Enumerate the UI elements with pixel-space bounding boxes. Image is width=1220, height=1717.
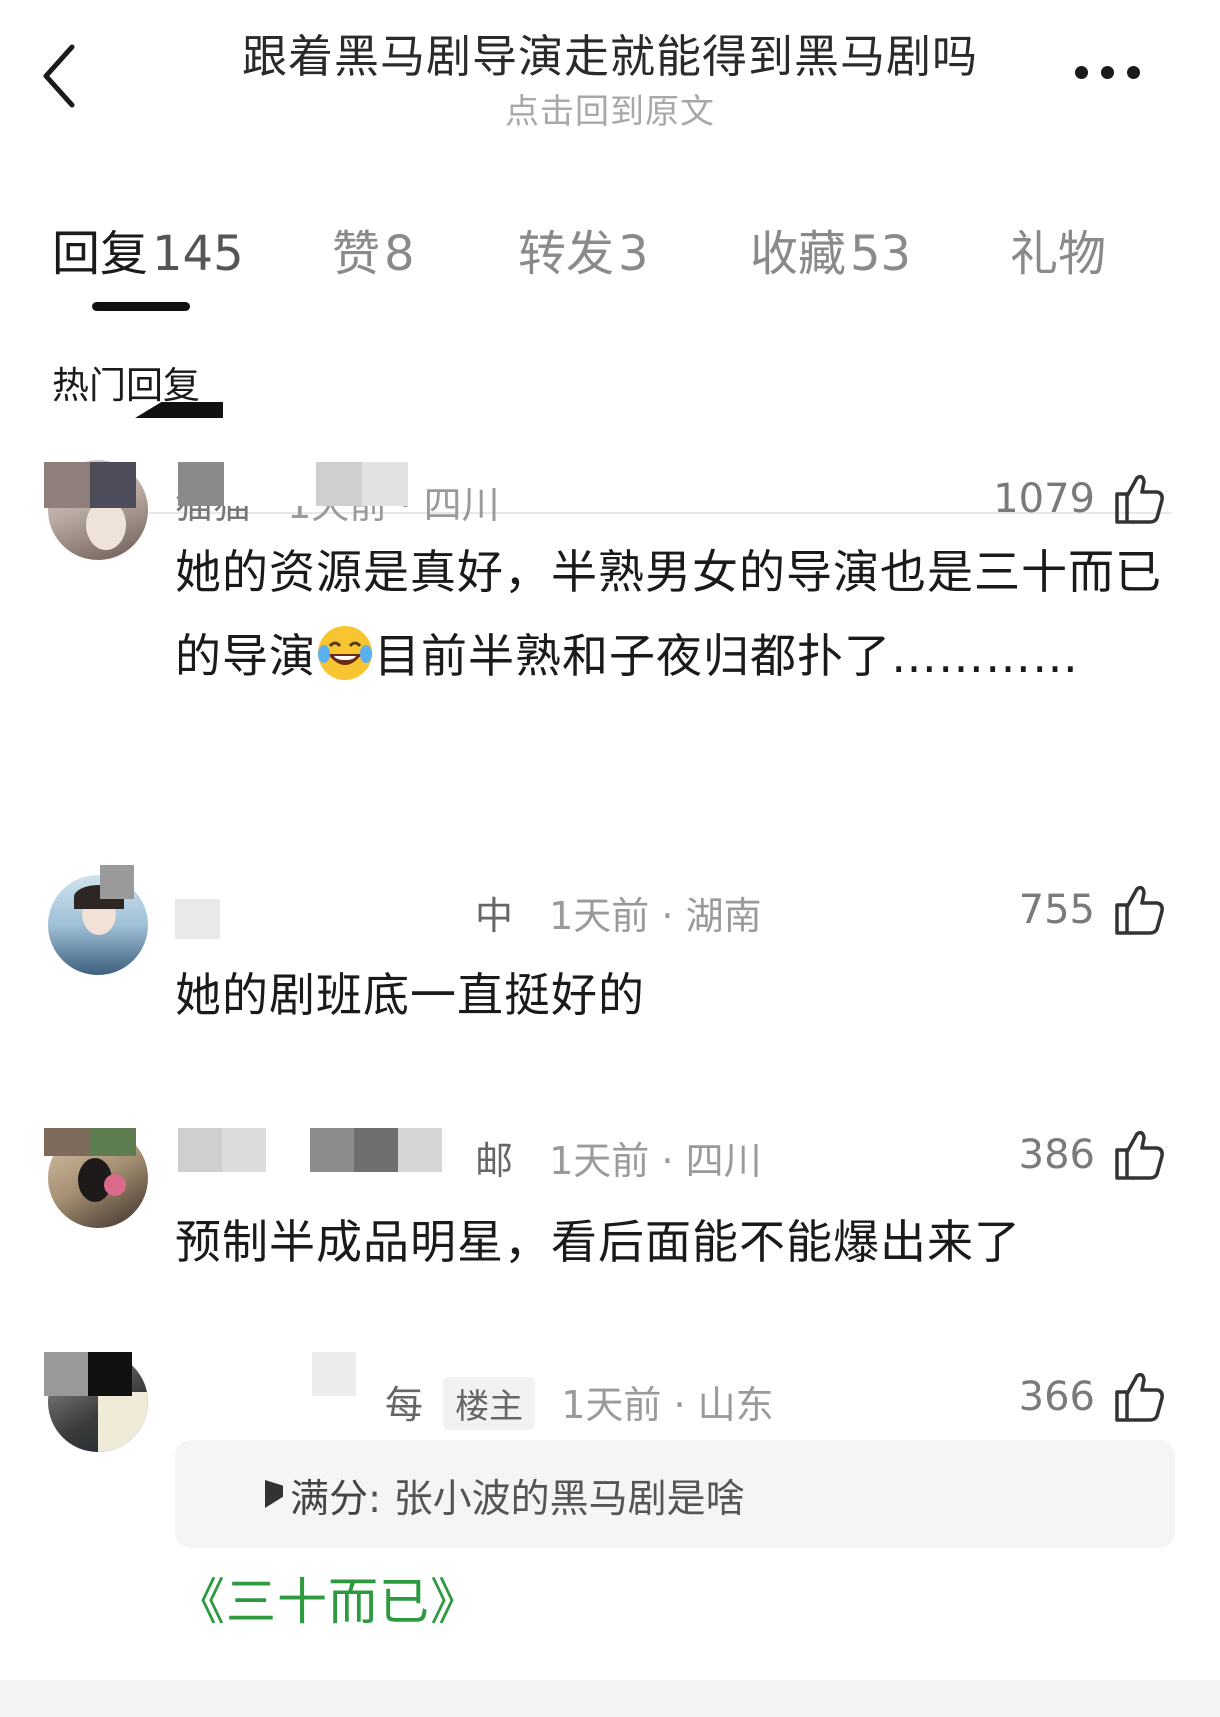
like-count: 1079: [993, 476, 1095, 522]
tab-label: 收藏: [750, 226, 847, 282]
redacted-quote-name: [265, 1480, 283, 1508]
comment-text-part: 目前半熟和子夜归都扑了…………: [374, 629, 1079, 683]
quote-colon: :: [368, 1477, 394, 1522]
back-button[interactable]: [38, 36, 98, 116]
like-button[interactable]: 386: [1019, 1128, 1165, 1182]
comment-meta: 邮 1天前 · 四川: [175, 1130, 762, 1185]
comment-text: 《三十而已》: [175, 1573, 481, 1631]
location: 四川: [423, 483, 500, 527]
redacted-username: [175, 898, 475, 939]
tab-label: 礼物: [1010, 226, 1107, 282]
comment-meta: 中 1天前 · 湖南: [175, 885, 762, 940]
bottom-bar: [0, 1680, 1220, 1717]
laughing-tears-emoji-icon: [318, 626, 372, 680]
username[interactable]: 邮: [475, 1139, 513, 1183]
mosaic-blur: [100, 865, 134, 899]
tab-bar: 回复145 赞8 转发3 收藏53 礼物: [0, 200, 1220, 514]
thumbs-up-icon: [1115, 1372, 1164, 1422]
redacted-username: [175, 1378, 385, 1418]
quote-username: 满分: [290, 1477, 369, 1522]
thumbs-up-icon: [1115, 885, 1164, 935]
location: 湖南: [685, 894, 762, 938]
more-dots-icon: [1075, 65, 1088, 79]
page-title: 跟着黑马剧导演走就能得到黑马剧吗: [241, 30, 978, 83]
redacted-username: [175, 1134, 475, 1174]
comment-text: 她的资源是真好，半熟男女的导演也是三十而已的导演 目前半熟和子夜归都扑了…………: [175, 530, 1185, 698]
tab-replies[interactable]: 回复145: [52, 214, 244, 284]
section-title: 热门回复: [52, 364, 200, 407]
tab-count: 145: [152, 226, 244, 282]
tab-favorites[interactable]: 收藏53: [750, 214, 911, 284]
header: 跟着黑马剧导演走就能得到黑马剧吗 点击回到原文: [0, 0, 1220, 150]
tab-count: 8: [384, 226, 415, 282]
op-badge: 楼主: [443, 1377, 536, 1430]
tab-label: 转发: [518, 226, 615, 282]
quote-content: 张小波的黑马剧是啥: [393, 1477, 745, 1522]
more-button[interactable]: [1075, 52, 1165, 92]
separator: ·: [661, 1139, 686, 1183]
tab-likes[interactable]: 赞8: [332, 214, 415, 284]
tab-count: 3: [618, 226, 649, 282]
like-count: 366: [1018, 1374, 1095, 1420]
location: 山东: [697, 1383, 774, 1427]
like-button[interactable]: 755: [1019, 883, 1165, 937]
mosaic-blur: [44, 1352, 132, 1396]
like-count: 755: [1018, 887, 1095, 933]
like-button[interactable]: 1079: [993, 472, 1165, 526]
like-button[interactable]: 366: [1019, 1370, 1165, 1424]
timestamp: 1天前: [561, 1383, 662, 1427]
username[interactable]: 每: [385, 1383, 423, 1427]
more-dots-icon: [1101, 65, 1114, 79]
more-dots-icon: [1127, 65, 1140, 79]
tab-count: 53: [850, 226, 912, 282]
thumbs-up-icon: [1115, 474, 1164, 524]
tab-label: 回复: [52, 226, 149, 282]
comment-meta: 每 楼主 1天前 · 山东: [175, 1374, 774, 1430]
username[interactable]: 中: [475, 894, 513, 938]
active-tab-indicator: [92, 302, 190, 311]
back-to-original-link[interactable]: 点击回到原文: [160, 84, 1060, 133]
timestamp: 1天前: [549, 894, 650, 938]
chevron-left-icon: [43, 44, 75, 108]
location: 四川: [685, 1139, 762, 1183]
tab-gifts[interactable]: 礼物: [1010, 214, 1106, 284]
like-count: 386: [1018, 1132, 1095, 1178]
thumbs-up-icon: [1115, 1130, 1164, 1180]
mosaic-blur: [178, 462, 408, 506]
comment-text: 她的剧班底一直挺好的: [175, 968, 645, 1022]
mosaic-blur: [44, 1128, 136, 1156]
tab-label: 赞: [332, 226, 381, 282]
separator: ·: [673, 1383, 698, 1427]
mosaic-blur: [44, 462, 136, 508]
timestamp: 1天前: [549, 1139, 650, 1183]
tab-reposts[interactable]: 转发3: [518, 214, 649, 284]
separator: ·: [661, 894, 686, 938]
quote-text: 满分: 张小波的黑马剧是啥: [290, 1468, 745, 1524]
quoted-reply[interactable]: 满分: 张小波的黑马剧是啥: [175, 1440, 1175, 1548]
comment-text: 预制半成品明星，看后面能不能爆出来了: [175, 1215, 1021, 1269]
